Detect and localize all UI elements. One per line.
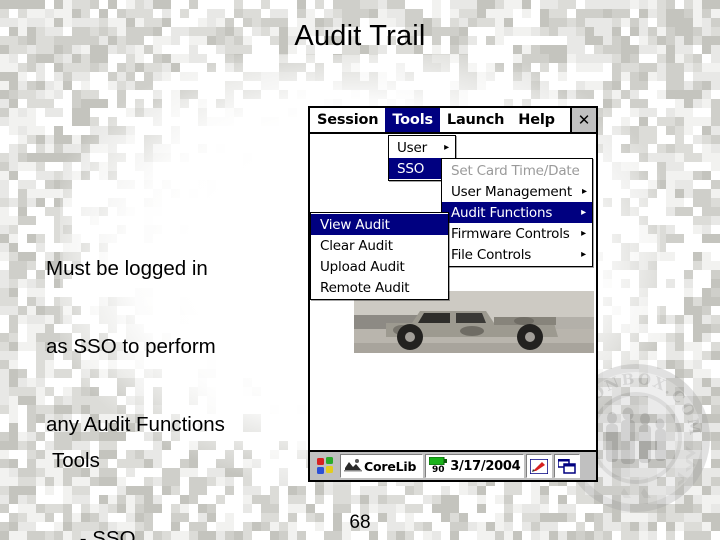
device-window: Session Tools Launch Help ✕ User ▸ SSO S… [308,106,598,482]
menu-item-audit-functions[interactable]: Audit Functions ▸ [442,202,592,223]
menu-help[interactable]: Help [511,108,562,132]
menu-item-remote-audit[interactable]: Remote Audit [311,277,448,298]
pen-icon [530,458,549,474]
battery-percent: 90 [431,465,445,475]
note-line-1: Must be logged in [46,257,208,280]
chevron-right-icon: ▸ [581,248,586,260]
battery-indicator: 90 [429,457,448,475]
note-line-2: as SSO to perform [46,335,216,358]
menu-tools[interactable]: Tools [385,108,440,132]
chevron-right-icon: ▸ [581,227,586,239]
menu-item-clear-audit-label: Clear Audit [320,237,393,254]
start-button[interactable] [312,454,338,478]
menu-item-set-card-time-date: Set Card Time/Date [442,160,592,181]
menu-item-file-controls-label: File Controls [451,246,532,263]
windows-flag-icon [316,456,333,474]
menu-item-firmware-controls[interactable]: Firmware Controls ▸ [442,223,592,244]
device-menubar: Session Tools Launch Help ✕ [310,108,596,134]
menu-item-audit-functions-label: Audit Functions [451,204,553,221]
military-vehicle-photo [354,291,594,353]
menu-item-upload-audit-label: Upload Audit [320,258,405,275]
sso-submenu: Set Card Time/Date User Management ▸ Aud… [441,158,593,267]
corelib-app-icon [344,458,362,474]
close-icon[interactable]: ✕ [570,108,596,132]
chevron-right-icon: ▸ [582,185,587,197]
device-client-area: User ▸ SSO Set Card Time/Date User Manag… [310,134,596,452]
menu-item-clear-audit[interactable]: Clear Audit [311,235,448,256]
audit-functions-submenu: View Audit Clear Audit Upload Audit Remo… [310,212,449,300]
corelib-label: CoreLib [364,458,417,474]
summary-line-1: Tools [52,449,100,472]
chevron-right-icon: ▸ [581,206,586,218]
menu-item-user-management[interactable]: User Management ▸ [442,181,592,202]
taskbar-date: 3/17/2004 [450,458,521,474]
page-number: 68 [349,512,371,533]
menu-launch[interactable]: Launch [440,108,511,132]
menu-session[interactable]: Session [310,108,385,132]
menu-item-user-management-label: User Management [451,183,572,200]
menu-item-file-controls[interactable]: File Controls ▸ [442,244,592,265]
menu-item-sso-label: SSO [397,160,425,177]
taskbar-clock-cell[interactable]: 90 3/17/2004 [425,454,525,478]
chevron-right-icon: ▸ [444,141,449,153]
page-title: Audit Trail [294,20,426,52]
slide-canvas: GOONBOX.COM Audit Trail Must be logged i… [0,0,720,540]
stylus-input-panel-button[interactable] [526,454,553,478]
windows-stack-icon [558,458,577,474]
menu-item-set-card-time-date-label: Set Card Time/Date [451,162,580,179]
menu-item-remote-audit-label: Remote Audit [320,279,410,296]
menubar-spacer [562,108,570,132]
device-taskbar: CoreLib 90 3/17/2004 [310,450,596,480]
battery-icon [429,457,448,465]
taskbar-app-corelib[interactable]: CoreLib [340,454,424,478]
menu-item-view-audit[interactable]: View Audit [311,214,448,235]
menu-item-upload-audit[interactable]: Upload Audit [311,256,448,277]
menu-item-firmware-controls-label: Firmware Controls [451,225,570,242]
menu-item-view-audit-label: View Audit [320,216,390,233]
menu-item-user[interactable]: User ▸ [389,137,455,158]
task-switcher-button[interactable] [554,454,581,478]
menu-item-user-label: User [397,139,427,156]
